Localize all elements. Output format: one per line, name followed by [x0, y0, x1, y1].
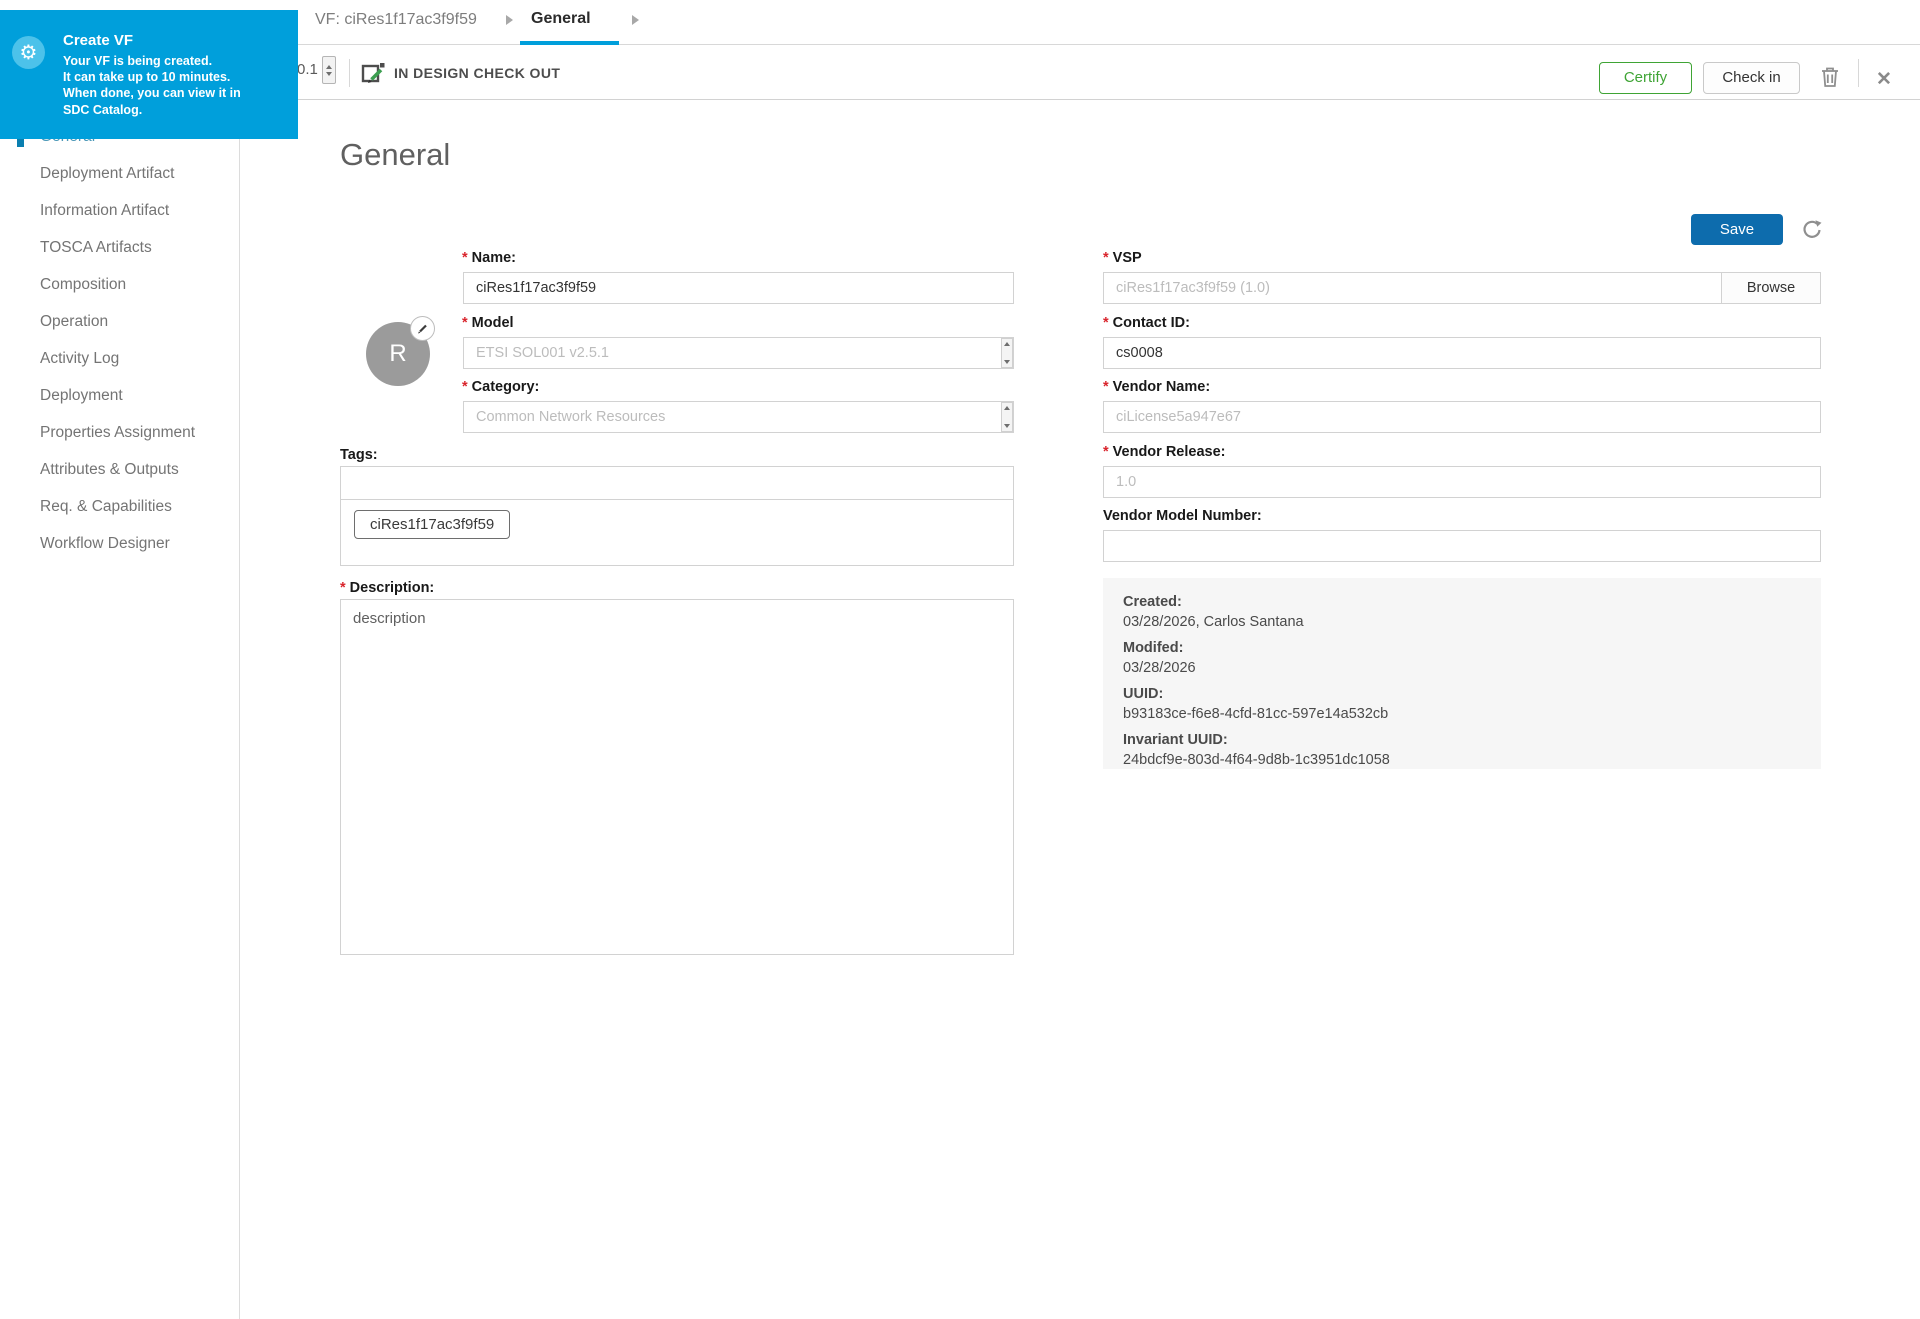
- breadcrumb-arrow-icon: [632, 15, 639, 25]
- delete-trash-icon[interactable]: [1820, 66, 1840, 91]
- page-title: General: [340, 137, 450, 173]
- uuid-label: UUID:: [1123, 684, 1821, 704]
- created-label: Created:: [1123, 592, 1821, 612]
- toolbar-divider: [1858, 59, 1859, 87]
- vendor-release-input[interactable]: [1103, 466, 1821, 498]
- tags-container: ciRes1f17ac3f9f59: [340, 466, 1014, 566]
- sidebar-item-deployment-artifact[interactable]: Deployment Artifact: [0, 155, 239, 192]
- sidebar-item-composition[interactable]: Composition: [0, 266, 239, 303]
- tab-general[interactable]: General: [531, 10, 591, 28]
- tag-chip: ciRes1f17ac3f9f59: [354, 510, 510, 539]
- tags-input[interactable]: [341, 467, 1013, 500]
- checkout-pencil-icon: [360, 60, 386, 91]
- description-textarea[interactable]: description: [340, 599, 1014, 955]
- toast-title: Create VF: [63, 32, 133, 49]
- model-label: *Model: [462, 315, 514, 331]
- vendor-release-label: *Vendor Release:: [1103, 444, 1225, 460]
- sidebar-item-req-capabilities[interactable]: Req. & Capabilities: [0, 488, 239, 525]
- category-label: *Category:: [462, 379, 539, 395]
- toast-message: Your VF is being created. It can take up…: [63, 53, 241, 118]
- metadata-panel: Created: 03/28/2026, Carlos Santana Modi…: [1103, 578, 1821, 769]
- vendor-name-input[interactable]: [1103, 401, 1821, 433]
- invariant-uuid-value: 24bdcf9e-803d-4f64-9d8b-1c3951dc1058: [1123, 750, 1821, 770]
- browse-button[interactable]: Browse: [1721, 272, 1821, 304]
- sidebar-item-properties-assignment[interactable]: Properties Assignment: [0, 414, 239, 451]
- vendor-model-number-input[interactable]: [1103, 530, 1821, 562]
- sidebar-item-attributes-outputs[interactable]: Attributes & Outputs: [0, 451, 239, 488]
- stepper-up-icon[interactable]: [326, 65, 332, 69]
- save-button[interactable]: Save: [1691, 214, 1783, 245]
- vsp-label: *VSP: [1103, 250, 1142, 266]
- gear-icon: ⚙: [12, 36, 45, 69]
- revert-refresh-icon[interactable]: [1800, 217, 1824, 244]
- edit-pencil-icon[interactable]: [410, 316, 435, 341]
- avatar[interactable]: R: [366, 322, 430, 386]
- avatar-letter: R: [389, 340, 406, 368]
- uuid-value: b93183ce-f6e8-4cfd-81cc-597e14a532cb: [1123, 704, 1821, 724]
- certify-button[interactable]: Certify: [1599, 62, 1692, 94]
- name-input[interactable]: [463, 272, 1014, 304]
- stepper-down-icon[interactable]: [326, 72, 332, 76]
- contact-id-input[interactable]: [1103, 337, 1821, 369]
- toolbar-divider: [349, 59, 350, 87]
- name-label: *Name:: [462, 250, 516, 266]
- vendor-model-number-label: Vendor Model Number:: [1103, 508, 1262, 524]
- sdc-vf-editor-screen: VF: ciRes1f17ac3f9f59 General V0.1 IN DE…: [0, 0, 1920, 1319]
- category-select-spinner[interactable]: [1001, 402, 1013, 432]
- close-icon[interactable]: ✕: [1876, 68, 1892, 91]
- version-stepper[interactable]: [322, 56, 336, 84]
- lifecycle-status-text: IN DESIGN CHECK OUT: [394, 65, 560, 81]
- breadcrumb-arrow-icon: [506, 15, 513, 25]
- vsp-input[interactable]: [1103, 272, 1722, 304]
- sidebar-menu: General Deployment Artifact Information …: [0, 100, 240, 1319]
- sidebar-item-deployment[interactable]: Deployment: [0, 377, 239, 414]
- tags-label: Tags:: [340, 447, 378, 463]
- breadcrumb-vf[interactable]: VF: ciRes1f17ac3f9f59: [315, 11, 477, 29]
- contact-id-label: *Contact ID:: [1103, 315, 1190, 331]
- create-vf-toast: ⚙ Create VF Your VF is being created. It…: [0, 10, 298, 139]
- category-select[interactable]: [463, 401, 1014, 433]
- sidebar-item-workflow-designer[interactable]: Workflow Designer: [0, 525, 239, 562]
- sidebar-item-operation[interactable]: Operation: [0, 303, 239, 340]
- check-in-button[interactable]: Check in: [1703, 62, 1800, 94]
- created-value: 03/28/2026, Carlos Santana: [1123, 612, 1821, 632]
- modified-value: 03/28/2026: [1123, 658, 1821, 678]
- sidebar-item-tosca-artifacts[interactable]: TOSCA Artifacts: [0, 229, 239, 266]
- sidebar-item-activity-log[interactable]: Activity Log: [0, 340, 239, 377]
- vendor-name-label: *Vendor Name:: [1103, 379, 1210, 395]
- model-select[interactable]: [463, 337, 1014, 369]
- invariant-uuid-label: Invariant UUID:: [1123, 730, 1821, 750]
- description-label: *Description:: [340, 580, 434, 596]
- modified-label: Modifed:: [1123, 638, 1821, 658]
- model-select-spinner[interactable]: [1001, 338, 1013, 368]
- sidebar-item-information-artifact[interactable]: Information Artifact: [0, 192, 239, 229]
